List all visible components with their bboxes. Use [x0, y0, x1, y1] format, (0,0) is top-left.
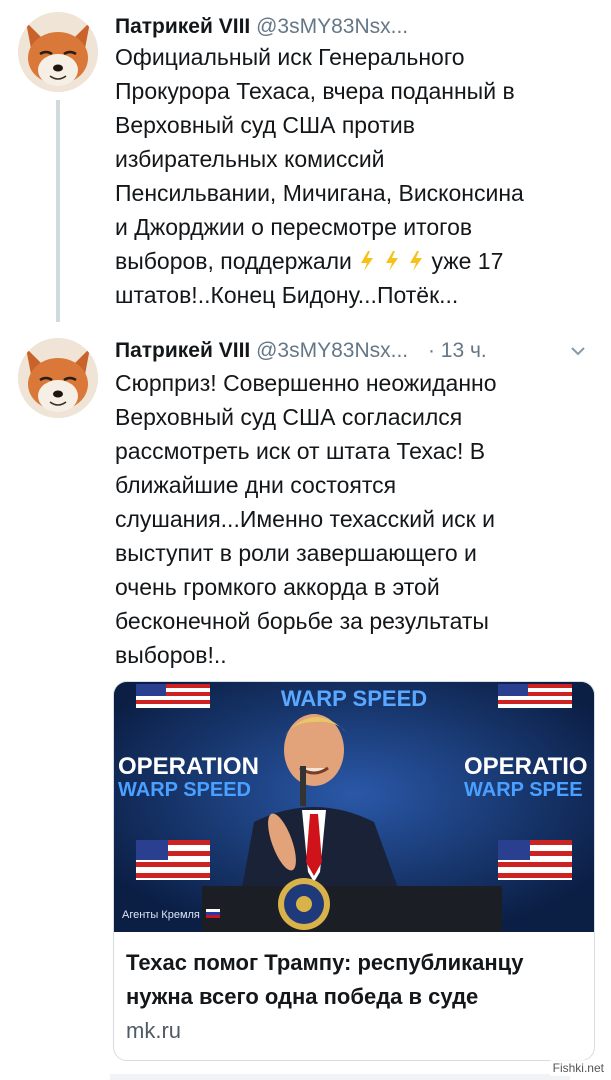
tweet-1[interactable]: Патрикей VIII @3sMY83Nsx... Официальный …	[0, 0, 611, 330]
flag-icon	[498, 684, 572, 708]
author-name[interactable]: Патрикей VIII	[115, 339, 250, 362]
watermark: Fishki.net	[549, 1060, 607, 1076]
card-title[interactable]: Техас помог Трампу: республиканцу нужна …	[126, 946, 586, 1014]
image-text-right-1: OPERATIO	[464, 753, 588, 780]
image-text-left-1: OPERATION	[118, 753, 259, 780]
next-tweet-edge	[110, 1074, 570, 1080]
tweet-text: Сюрприз! Совершенно неожиданно Верховный…	[115, 370, 497, 668]
author-name[interactable]: Патрикей VIII	[115, 15, 250, 38]
tweet-timestamp[interactable]: · 13 ч.	[428, 339, 487, 362]
image-text-right-2: WARP SPEE	[464, 779, 583, 801]
fox-avatar-icon	[18, 12, 98, 92]
avatar[interactable]	[18, 12, 98, 92]
tweet-text-part1: Официальный иск Генерального Прокурора Т…	[115, 44, 524, 274]
russian-flag-icon	[206, 909, 220, 918]
author-handle[interactable]: @3sMY83Nsx...	[256, 339, 408, 362]
tweet-text: Официальный иск Генерального Прокурора Т…	[115, 40, 585, 312]
flag-icon	[136, 840, 210, 880]
fox-avatar-icon	[18, 338, 98, 418]
tweet-header: Патрикей VIII @3sMY83Nsx... · 13 ч.	[115, 336, 593, 366]
thread-connector-line	[56, 100, 60, 322]
image-caption: Агенты Кремля	[122, 909, 200, 921]
avatar[interactable]	[18, 338, 98, 418]
card-image[interactable]: WARP SPEED OPERATION WARP SPEED OPERATIO…	[114, 682, 594, 932]
lightning-icon	[361, 251, 374, 271]
flag-icon	[498, 840, 572, 880]
tweet-header: Патрикей VIII @3sMY83Nsx...	[115, 12, 593, 42]
image-text-top: WARP SPEED	[281, 686, 427, 711]
card-domain[interactable]: mk.ru	[126, 1016, 181, 1046]
author-handle[interactable]: @3sMY83Nsx...	[256, 15, 408, 38]
card-photo: WARP SPEED OPERATION WARP SPEED OPERATIO…	[114, 682, 594, 932]
image-text-left-2: WARP SPEED	[118, 779, 251, 801]
link-preview-card[interactable]: WARP SPEED OPERATION WARP SPEED OPERATIO…	[113, 681, 595, 1061]
flag-icon	[136, 684, 210, 708]
chevron-down-icon[interactable]	[569, 342, 587, 360]
tweet-2[interactable]: Патрикей VIII @3sMY83Nsx... · 13 ч. Сюрп…	[0, 330, 611, 1080]
lightning-icon	[410, 251, 423, 271]
lightning-icon	[385, 251, 398, 271]
